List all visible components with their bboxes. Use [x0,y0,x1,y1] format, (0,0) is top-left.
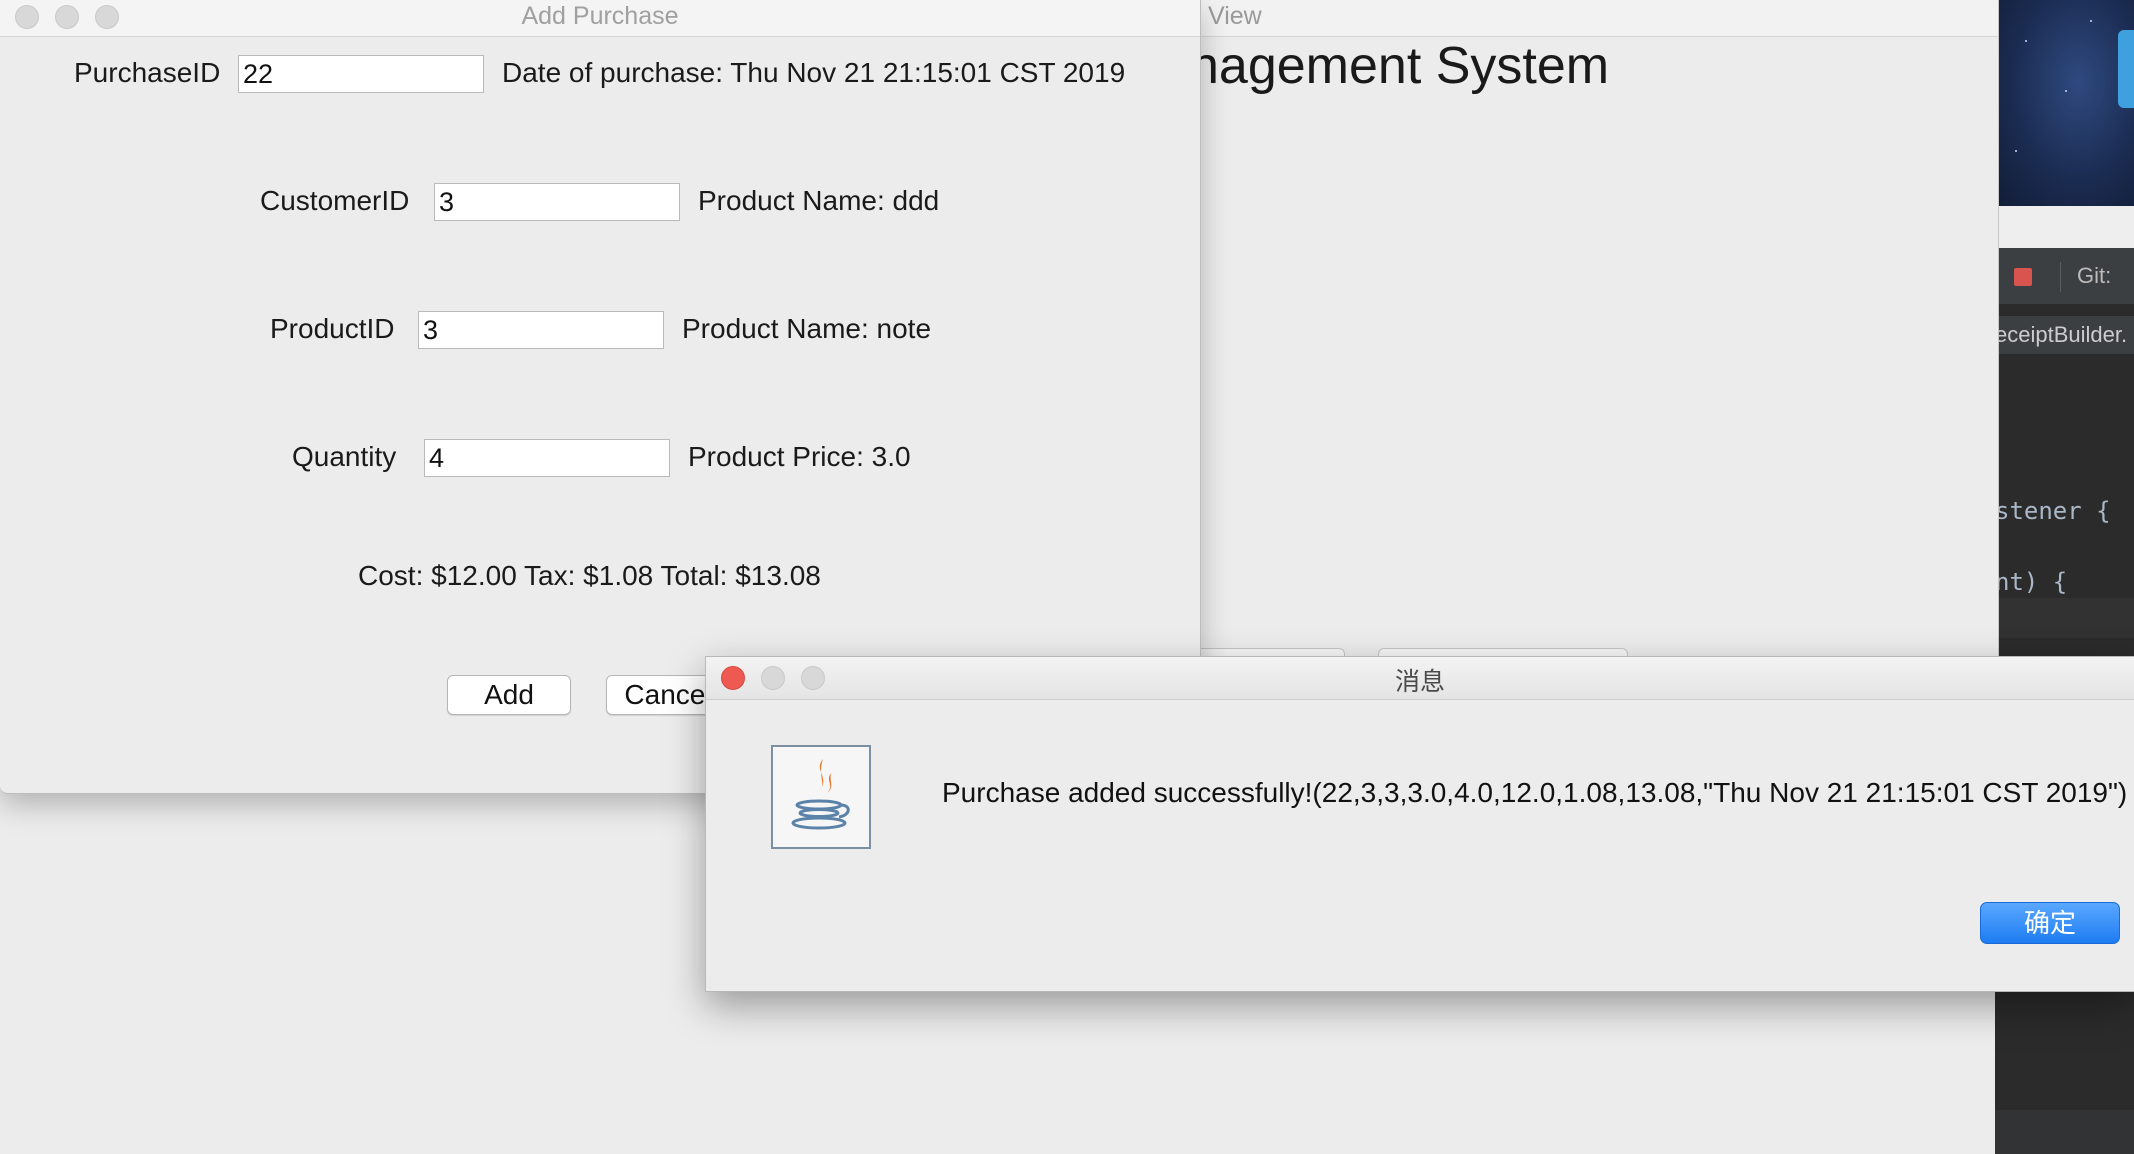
ide-code-line[interactable]: nt) { [1995,568,2067,596]
product-price-text: Product Price: 3.0 [688,441,911,472]
java-cup-icon [771,745,871,849]
purchase-id-field[interactable]: 22 [238,55,484,93]
customer-name-text: Product Name: ddd [698,185,940,216]
ide-code-line[interactable]: stener { [1995,497,2111,525]
date-of-purchase-text: Date of purchase: Thu Nov 21 21:15:01 CS… [502,57,1126,88]
message-dialog-title: 消息 [1394,668,1445,696]
management-system-heading: nagement System [1190,37,1610,95]
ide-git-label[interactable]: Git: [2077,263,2111,289]
desktop-folder-icon[interactable] [2118,30,2134,108]
customer-id-field[interactable]: 3 [434,183,680,221]
ok-button[interactable]: 确定 [1980,902,2120,944]
stop-icon[interactable] [2014,268,2032,286]
message-dialog [705,656,2134,992]
ide-status-bar [1995,1110,2134,1154]
add-purchase-title: Add Purchase [521,2,679,30]
toolbar-separator [2060,262,2061,292]
product-name-text: Product Name: note [682,313,932,344]
product-id-field[interactable]: 3 [418,311,664,349]
management-system-window [1190,0,1999,656]
ide-current-line [1995,598,2134,638]
management-window-title: View [1208,2,1262,30]
message-text: Purchase added successfully!(22,3,3,3.0,… [942,777,2128,808]
product-id-label: ProductID [270,313,395,344]
add-button[interactable]: Add [447,675,571,715]
desktop-background [1995,0,2134,206]
management-window-titlebar[interactable] [1190,0,1998,37]
ide-editor-tab[interactable]: eceiptBuilder. [1995,316,2134,354]
ide-menu-strip [1995,206,2134,248]
quantity-label: Quantity [292,441,397,472]
quantity-field[interactable]: 4 [424,439,670,477]
purchase-id-label: PurchaseID [74,57,221,88]
totals-text: Cost: $12.00 Tax: $1.08 Total: $13.08 [358,560,821,591]
customer-id-label: CustomerID [260,185,410,216]
